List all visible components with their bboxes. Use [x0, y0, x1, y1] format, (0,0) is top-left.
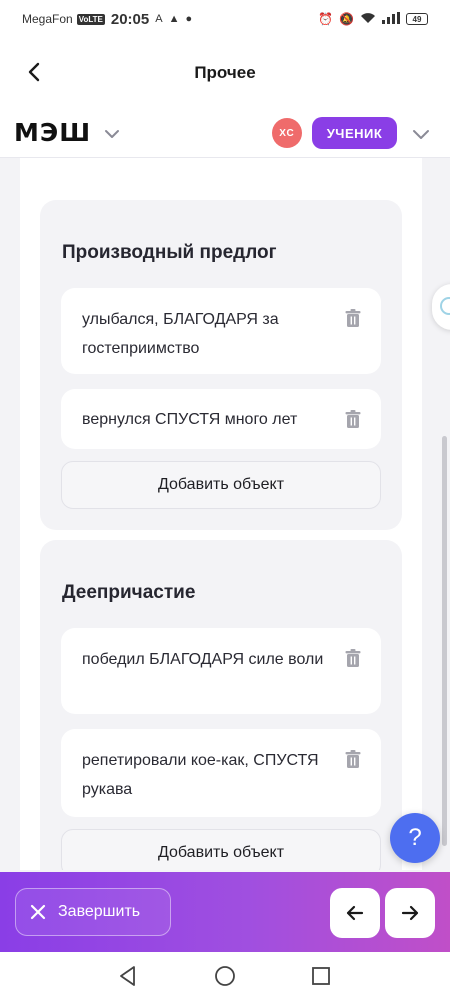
brand-header: МЭШ ХС УЧЕНИК	[0, 108, 450, 158]
font-notification-icon: A	[155, 13, 163, 25]
system-nav-bar	[0, 952, 450, 1000]
avatar[interactable]: ХС	[272, 118, 302, 148]
status-right: ⏰ 🔕 49	[318, 11, 428, 27]
brand-logo: МЭШ	[14, 118, 92, 147]
android-notification-icon: ▲	[168, 13, 180, 25]
item-text: репетировали кое-как, СПУСТЯ рукава	[82, 752, 319, 798]
back-triangle-icon[interactable]	[116, 964, 140, 988]
status-left: MegaFon VoLTE 20:05 A ▲ ●	[22, 11, 192, 28]
list-item[interactable]: победил БЛАГОДАРЯ силе воли	[61, 628, 381, 714]
item-text: победил БЛАГОДАРЯ силе воли	[82, 651, 324, 668]
clock: 20:05	[110, 10, 150, 28]
prev-button[interactable]	[330, 888, 380, 938]
group-title: Деепричастие	[62, 582, 196, 603]
alarm-icon: ⏰	[318, 12, 334, 26]
group-title: Производный предлог	[62, 242, 277, 263]
home-circle-icon[interactable]	[213, 964, 237, 988]
category-group: Деепричастие победил БЛАГОДАРЯ силе воли…	[40, 540, 402, 870]
item-text: улыбался, БЛАГОДАРЯ за гостеприимство	[82, 311, 279, 357]
status-bar: MegaFon VoLTE 20:05 A ▲ ● ⏰ 🔕 49	[0, 0, 450, 38]
next-button[interactable]	[385, 888, 435, 938]
chevron-down-icon[interactable]	[102, 124, 122, 144]
help-button[interactable]: ?	[390, 813, 440, 863]
signal-icon	[382, 11, 400, 27]
assistant-icon	[440, 297, 450, 315]
battery-icon: 49	[406, 13, 428, 25]
recents-square-icon[interactable]	[309, 964, 333, 988]
list-item[interactable]: вернулся СПУСТЯ много лет	[61, 389, 381, 449]
chevron-left-icon	[28, 62, 40, 82]
list-item[interactable]: улыбался, БЛАГОДАРЯ за гостеприимство	[61, 288, 381, 374]
main-content: Производный предлог улыбался, БЛАГОДАРЯ …	[20, 158, 422, 870]
trash-icon[interactable]	[343, 409, 363, 429]
chat-notification-icon: ●	[185, 13, 193, 25]
action-bar: Завершить	[0, 872, 450, 952]
page-title: Прочее	[194, 63, 256, 82]
wifi-icon	[360, 12, 376, 27]
close-icon	[30, 904, 46, 920]
carrier-name: MegaFon	[22, 12, 73, 26]
list-item[interactable]: репетировали кое-как, СПУСТЯ рукава	[61, 729, 381, 817]
add-object-button[interactable]: Добавить объект	[61, 829, 381, 870]
add-object-button[interactable]: Добавить объект	[61, 461, 381, 509]
trash-icon[interactable]	[343, 308, 363, 328]
chevron-down-icon[interactable]	[410, 124, 432, 144]
top-nav: Прочее	[0, 38, 450, 108]
finish-label: Завершить	[58, 903, 141, 920]
arrow-right-icon	[401, 905, 419, 921]
volte-badge: VoLTE	[76, 13, 105, 25]
trash-icon[interactable]	[343, 648, 363, 668]
role-badge[interactable]: УЧЕНИК	[312, 117, 397, 149]
scrollbar[interactable]	[442, 436, 447, 846]
back-button[interactable]	[20, 58, 48, 86]
side-assistant-widget[interactable]	[432, 284, 450, 330]
category-group: Производный предлог улыбался, БЛАГОДАРЯ …	[40, 200, 402, 530]
finish-button[interactable]: Завершить	[15, 888, 171, 936]
trash-icon[interactable]	[343, 749, 363, 769]
arrow-left-icon	[346, 905, 364, 921]
item-text: вернулся СПУСТЯ много лет	[82, 411, 298, 428]
mute-icon: 🔕	[339, 12, 354, 26]
